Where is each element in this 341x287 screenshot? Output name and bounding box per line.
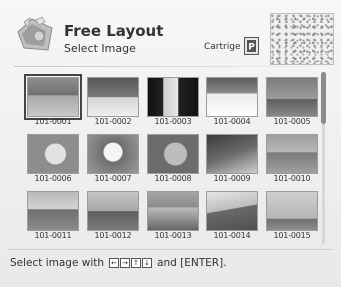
image-thumbnail-101-0001[interactable]: 101-0001	[24, 74, 82, 127]
thumbnail-image	[87, 77, 139, 117]
footer-divider	[8, 249, 333, 250]
thumbnail-image	[147, 77, 199, 117]
instruction-text-start: Select image with	[10, 257, 105, 269]
thumbnail-image	[27, 134, 79, 174]
image-thumbnail-101-0014[interactable]: 101-0014	[206, 191, 258, 241]
screen: Free Layout Select Image Cartrige P 101-…	[0, 0, 341, 287]
thumbnail-image	[266, 77, 318, 117]
thumbnail-image	[206, 134, 258, 174]
image-thumbnail-101-0003[interactable]: 101-0003	[147, 77, 199, 127]
thumbnail-label: 101-0005	[273, 117, 311, 126]
instruction-text-end: and [ENTER].	[157, 257, 227, 269]
thumbnail-image	[147, 191, 199, 231]
image-thumbnail-101-0007[interactable]: 101-0007	[87, 134, 139, 184]
thumbnail-label: 101-0002	[94, 117, 132, 126]
image-thumbnail-101-0010[interactable]: 101-0010	[266, 134, 318, 184]
image-thumbnail-101-0015[interactable]: 101-0015	[266, 191, 318, 241]
thumbnail-label: 101-0015	[273, 231, 311, 240]
thumbnail-image	[147, 134, 199, 174]
image-grid: 101-0001 101-0002 101-0003 101-0004 101-0005…	[0, 0, 341, 287]
thumbnail-label: 101-0013	[154, 231, 192, 240]
thumbnail-image	[24, 74, 82, 120]
image-thumbnail-101-0008[interactable]: 101-0008	[147, 134, 199, 184]
thumbnail-image	[206, 77, 258, 117]
thumbnail-image	[206, 191, 258, 231]
thumbnail-image	[27, 191, 79, 231]
down-arrow-icon: ↓	[142, 258, 153, 268]
scrollbar-thumb[interactable]	[321, 72, 326, 124]
image-thumbnail-101-0011[interactable]: 101-0011	[27, 191, 79, 241]
right-arrow-icon: →	[120, 258, 131, 268]
arrow-keys: ← → ↑ ↓	[109, 258, 153, 268]
thumbnail-label: 101-0010	[273, 174, 311, 183]
thumbnail-image	[266, 134, 318, 174]
thumbnail-label: 101-0007	[94, 174, 132, 183]
thumbnail-label: 101-0009	[213, 174, 251, 183]
thumbnail-label: 101-0008	[154, 174, 192, 183]
image-thumbnail-101-0006[interactable]: 101-0006	[27, 134, 79, 184]
instruction-bar: Select image with ← → ↑ ↓ and [ENTER].	[10, 255, 227, 271]
image-thumbnail-101-0004[interactable]: 101-0004	[206, 77, 258, 127]
thumbnail-label: 101-0006	[34, 174, 72, 183]
thumbnail-image	[87, 191, 139, 231]
left-arrow-icon: ←	[109, 258, 120, 268]
image-thumbnail-101-0013[interactable]: 101-0013	[147, 191, 199, 241]
up-arrow-icon: ↑	[131, 258, 142, 268]
image-thumbnail-101-0005[interactable]: 101-0005	[266, 77, 318, 127]
thumbnail-label: 101-0003	[154, 117, 192, 126]
thumbnail-image	[87, 134, 139, 174]
thumbnail-label: 101-0011	[34, 231, 72, 240]
thumbnail-label: 101-0014	[213, 231, 251, 240]
thumbnail-label: 101-0001	[34, 117, 72, 126]
thumbnail-label: 101-0004	[213, 117, 251, 126]
thumbnail-image	[266, 191, 318, 231]
image-thumbnail-101-0009[interactable]: 101-0009	[206, 134, 258, 184]
thumbnail-label: 101-0012	[94, 231, 132, 240]
image-thumbnail-101-0012[interactable]: 101-0012	[87, 191, 139, 241]
image-thumbnail-101-0002[interactable]: 101-0002	[87, 77, 139, 127]
